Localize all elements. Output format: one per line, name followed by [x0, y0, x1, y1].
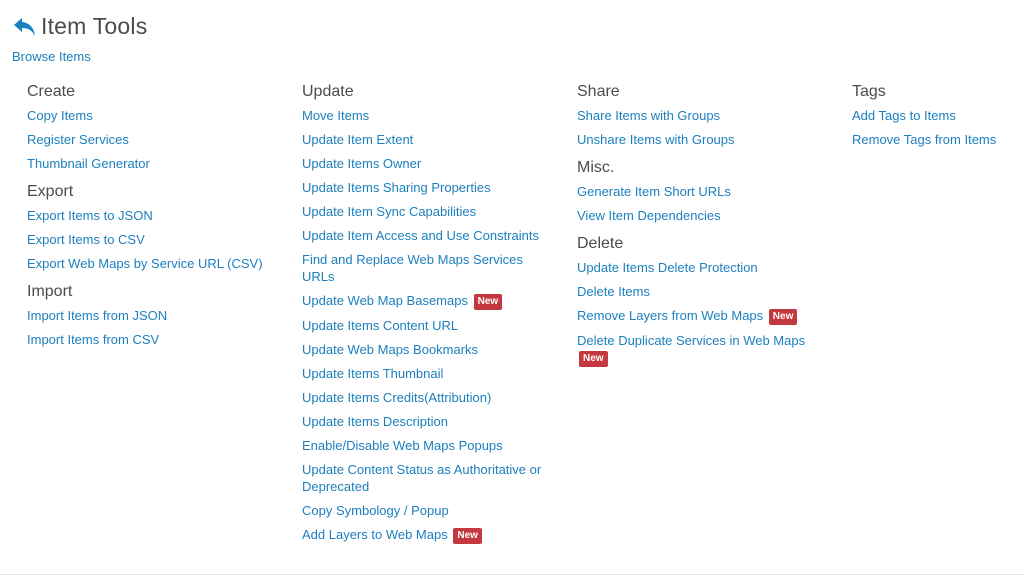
tool-link[interactable]: Update Web Maps Bookmarks: [302, 341, 557, 358]
tool-link[interactable]: Remove Layers from Web Maps New: [577, 307, 832, 325]
tool-link[interactable]: Thumbnail Generator: [27, 155, 287, 172]
group-title: Misc.: [577, 159, 615, 176]
tool-group: Update Move Items Update Item Extent Update…: [302, 80, 557, 544]
column-1: Create Copy Items Register Services Thumbna…: [27, 80, 287, 356]
column-4: Tags Add Tags to Items Remove Tags from It…: [852, 80, 1022, 156]
tool-link[interactable]: Remove Tags from Items: [852, 131, 1022, 148]
page-title: Item Tools: [41, 13, 148, 39]
tool-group: Create Copy Items Register Services Thumbna…: [27, 80, 287, 172]
tool-link-label: Update Item Sync Capabilities: [302, 204, 477, 219]
tool-link[interactable]: View Item Dependencies: [577, 207, 832, 224]
group-title: Update: [302, 83, 354, 100]
tool-link-label: Update Item Extent: [302, 132, 414, 147]
tool-link-label: Share Items with Groups: [577, 108, 721, 123]
tool-group: Export Export Items to JSON Export Items t…: [27, 180, 287, 272]
tool-link[interactable]: Update Web Map Basemaps New: [302, 292, 557, 310]
tool-link-label: Delete Items: [577, 284, 650, 299]
new-badge: New: [579, 351, 608, 367]
tool-link-label: Export Items to JSON: [27, 208, 153, 223]
tool-link-label: Update Content Status as Authoritative o…: [302, 462, 542, 494]
tool-link[interactable]: Update Items Delete Protection: [577, 259, 832, 276]
tool-link[interactable]: Unshare Items with Groups: [577, 131, 832, 148]
group-title: Tags: [852, 83, 886, 100]
tool-link[interactable]: Copy Symbology / Popup: [302, 502, 557, 519]
tool-link-label: Update Item Access and Use Constraints: [302, 228, 540, 243]
tool-link-label: Import Items from JSON: [27, 308, 168, 323]
tool-link-label: Thumbnail Generator: [27, 156, 150, 171]
tool-link-label: Remove Tags from Items: [852, 132, 997, 147]
tool-link[interactable]: Update Items Description: [302, 413, 557, 430]
tool-link[interactable]: Update Item Extent: [302, 131, 557, 148]
tool-link[interactable]: Import Items from CSV: [27, 331, 287, 348]
column-2: Update Move Items Update Item Extent Update…: [302, 80, 557, 552]
tool-link-label: Update Items Thumbnail: [302, 366, 444, 381]
column-3: Share Share Items with Groups Unshare Item…: [577, 80, 832, 375]
tool-link-label: Update Items Description: [302, 414, 448, 429]
tool-link[interactable]: Enable/Disable Web Maps Popups: [302, 437, 557, 454]
tool-link-label: Update Items Content URL: [302, 318, 459, 333]
tool-link-label: Generate Item Short URLs: [577, 184, 731, 199]
new-badge: New: [473, 294, 503, 310]
tool-link-label: Update Items Sharing Properties: [302, 180, 491, 195]
tool-link[interactable]: Update Content Status as Authoritative o…: [302, 461, 557, 495]
tool-link-label: Find and Replace Web Maps Services URLs: [302, 252, 523, 284]
tool-link-label: Register Services: [27, 132, 129, 147]
tool-link[interactable]: Export Items to CSV: [27, 231, 287, 248]
tool-link-label: Export Web Maps by Service URL (CSV): [27, 256, 263, 271]
tool-link[interactable]: Generate Item Short URLs: [577, 183, 832, 200]
tool-link-label: Enable/Disable Web Maps Popups: [302, 438, 503, 453]
tool-link-label: Import Items from CSV: [27, 332, 160, 347]
tool-link-label: Update Items Credits(Attribution): [302, 390, 492, 405]
tool-link[interactable]: Find and Replace Web Maps Services URLs: [302, 251, 557, 285]
group-title: Export: [27, 183, 74, 200]
tool-link[interactable]: Delete Items: [577, 283, 832, 300]
tool-link[interactable]: Update Items Credits(Attribution): [302, 389, 557, 406]
tool-link-label: Remove Layers from Web Maps: [577, 308, 764, 323]
divider: [0, 574, 1024, 575]
group-title: Import: [27, 283, 73, 300]
tool-link-label: Update Items Owner: [302, 156, 422, 171]
tool-link-label: Copy Items: [27, 108, 93, 123]
group-title: Create: [27, 83, 76, 100]
page-header: Item Tools: [12, 13, 147, 40]
tool-link[interactable]: Update Item Access and Use Constraints: [302, 227, 557, 244]
tool-link-label: Update Items Delete Protection: [577, 260, 758, 275]
tool-link[interactable]: Update Items Sharing Properties: [302, 179, 557, 196]
group-title: Share: [577, 83, 620, 100]
tool-group: Import Import Items from JSON Import Items…: [27, 280, 287, 348]
tool-link[interactable]: Copy Items: [27, 107, 287, 124]
tool-link[interactable]: Share Items with Groups: [577, 107, 832, 124]
tool-group: Share Share Items with Groups Unshare Item…: [577, 80, 832, 148]
tool-link[interactable]: Update Items Owner: [302, 155, 557, 172]
new-badge: New: [768, 309, 798, 325]
tool-link[interactable]: Move Items: [302, 107, 557, 124]
tool-link[interactable]: Register Services: [27, 131, 287, 148]
tool-group: Misc. Generate Item Short URLs View Item D…: [577, 156, 832, 224]
browse-items-link[interactable]: Browse Items: [12, 49, 91, 64]
tool-link-label: Add Tags to Items: [852, 108, 956, 123]
tool-group: Delete Update Items Delete Protection Dele…: [577, 232, 832, 367]
tool-link[interactable]: Delete Duplicate Services in Web Maps Ne…: [577, 332, 832, 367]
tool-link[interactable]: Export Items to JSON: [27, 207, 287, 224]
tool-group: Tags Add Tags to Items Remove Tags from It…: [852, 80, 1022, 148]
tool-link[interactable]: Add Layers to Web Maps New: [302, 526, 557, 544]
tool-link-label: Delete Duplicate Services in Web Maps: [577, 333, 806, 348]
tool-link-label: Update Web Maps Bookmarks: [302, 342, 479, 357]
tool-link[interactable]: Update Item Sync Capabilities: [302, 203, 557, 220]
tool-link-label: Export Items to CSV: [27, 232, 145, 247]
tool-link-label: Copy Symbology / Popup: [302, 503, 449, 518]
tool-link[interactable]: Export Web Maps by Service URL (CSV): [27, 255, 287, 272]
tool-link[interactable]: Update Items Thumbnail: [302, 365, 557, 382]
tool-link[interactable]: Import Items from JSON: [27, 307, 287, 324]
new-badge: New: [453, 528, 482, 544]
tool-link[interactable]: Add Tags to Items: [852, 107, 1022, 124]
tool-link-label: Add Layers to Web Maps: [302, 527, 448, 542]
back-arrow-icon[interactable]: [12, 14, 38, 40]
tool-link-label: View Item Dependencies: [577, 208, 721, 223]
tool-link-label: Unshare Items with Groups: [577, 132, 735, 147]
tool-link-label: Update Web Map Basemaps: [302, 293, 468, 308]
group-title: Delete: [577, 235, 624, 252]
tool-link[interactable]: Update Items Content URL: [302, 317, 557, 334]
tool-link-label: Move Items: [302, 108, 370, 123]
